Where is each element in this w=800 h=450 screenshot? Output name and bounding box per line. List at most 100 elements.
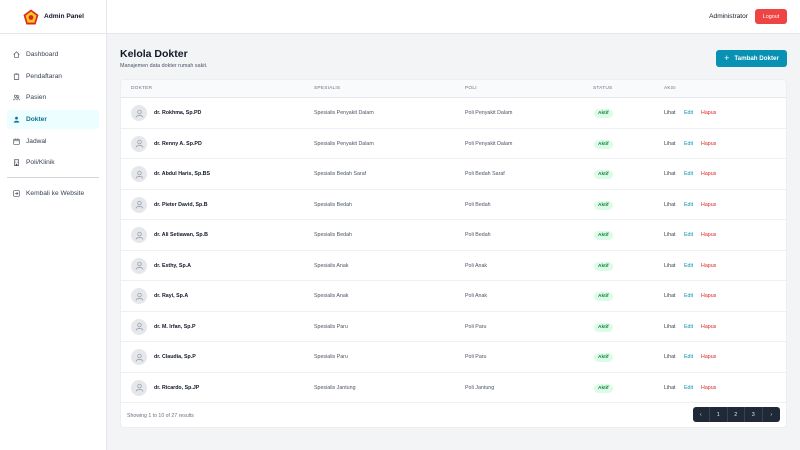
edit-button[interactable]: Edit: [684, 293, 693, 299]
doctor-specialty: Spesialis Anak: [314, 293, 349, 299]
edit-button[interactable]: Edit: [684, 110, 693, 116]
doctor-specialty: Spesialis Penyakit Dalam: [314, 140, 374, 147]
status-badge: Aktif: [594, 139, 613, 149]
view-button[interactable]: Lihat: [664, 324, 676, 330]
status-badge: Aktif: [594, 231, 613, 240]
status-badge: Aktif: [594, 109, 613, 118]
pagination-prev-button[interactable]: ‹: [693, 407, 710, 422]
user-avatar-icon: [135, 109, 143, 118]
doctor-specialty: Spesialis Paru: [314, 354, 348, 360]
view-button[interactable]: Lihat: [664, 202, 676, 208]
building-icon: [14, 159, 19, 167]
avatar: [131, 288, 147, 304]
user-avatar-icon: [135, 200, 143, 209]
delete-button[interactable]: Hapus: [701, 202, 716, 208]
user-avatar-icon: [135, 231, 143, 240]
pagination-page-3[interactable]: 3: [745, 407, 763, 422]
user-avatar-icon: [135, 170, 143, 179]
sidebar-item-pasien[interactable]: Pasien: [7, 88, 99, 107]
sidebar-item-back-to-website[interactable]: Kembali ke Website: [7, 184, 99, 203]
delete-button[interactable]: Hapus: [701, 263, 716, 269]
sidebar-divider: [7, 177, 99, 179]
delete-button[interactable]: Hapus: [701, 354, 716, 360]
brand[interactable]: Admin Panel: [0, 0, 106, 34]
doctor-poli: Poli Paru: [465, 354, 487, 360]
doctor-specialty: Spesialis Anak: [314, 262, 349, 269]
edit-button[interactable]: Edit: [684, 171, 693, 177]
delete-button[interactable]: Hapus: [701, 293, 716, 299]
add-doctor-button[interactable]: + Tambah Dokter: [716, 50, 787, 67]
edit-button[interactable]: Edit: [684, 232, 693, 238]
table-row: dr. Rokhma, Sp.PD Spesialis Penyakit Dala…: [121, 98, 786, 129]
edit-button[interactable]: Edit: [684, 354, 693, 360]
avatar: [131, 349, 147, 365]
view-button[interactable]: Lihat: [664, 385, 676, 391]
view-button[interactable]: Lihat: [664, 141, 676, 147]
doctor-poli: Poli Paru: [465, 323, 487, 330]
doctor-specialty: Spesialis Paru: [314, 323, 348, 330]
status-badge: Aktif: [594, 200, 613, 210]
doctor-poli: Poli Bedah: [465, 232, 491, 238]
edit-button[interactable]: Edit: [684, 385, 693, 391]
edit-button[interactable]: Edit: [684, 141, 693, 147]
sidebar-item-label: Dashboard: [26, 51, 59, 58]
sidebar-item-jadwal[interactable]: Jadwal: [7, 132, 99, 151]
status-badge: Aktif: [594, 261, 613, 271]
view-button[interactable]: Lihat: [664, 354, 676, 360]
doctor-specialty: Spesialis Bedah Saraf: [314, 171, 367, 177]
delete-button[interactable]: Hapus: [701, 324, 716, 330]
doctor-name: dr. Ali Setiawan, Sp.B: [154, 232, 208, 238]
doctor-table-card: DOKTER SPESIALIS POLI STATUS AKSI dr. Ro…: [120, 79, 787, 428]
users-icon: [13, 95, 20, 101]
column-header-poli: POLI: [465, 86, 477, 91]
sidebar-item-poli-klinik[interactable]: Poli/Klinik: [7, 153, 99, 172]
sidebar-item-dashboard[interactable]: Dashboard: [7, 45, 99, 64]
plus-icon: +: [724, 53, 730, 63]
delete-button[interactable]: Hapus: [701, 385, 716, 391]
avatar: [131, 379, 147, 396]
view-button[interactable]: Lihat: [664, 232, 676, 238]
status-badge: Aktif: [594, 170, 613, 179]
delete-button[interactable]: Hapus: [701, 110, 716, 116]
view-button[interactable]: Lihat: [664, 293, 676, 299]
edit-button[interactable]: Edit: [684, 202, 693, 208]
sidebar-item-pendaftaran[interactable]: Pendaftaran: [7, 67, 99, 86]
doctor-poli: Poli Anak: [465, 262, 488, 269]
sidebar-item-label: Pasien: [26, 94, 47, 102]
table-row: dr. M. Irfan, Sp.P Spesialis Paru Poli Par…: [121, 312, 786, 342]
user-avatar-icon: [135, 322, 143, 331]
delete-button[interactable]: Hapus: [701, 171, 716, 177]
brand-title: Admin Panel: [44, 13, 84, 20]
pagination: ‹ 1 2 3 ›: [692, 407, 781, 422]
pagination-page-1[interactable]: 1: [710, 407, 728, 422]
view-button[interactable]: Lihat: [664, 110, 676, 116]
sidebar-item-dokter[interactable]: Dokter: [7, 110, 99, 130]
doctor-name: dr. Esthy, Sp.A: [154, 262, 191, 269]
edit-button[interactable]: Edit: [684, 324, 693, 330]
doctor-specialty: Spesialis Bedah: [314, 201, 352, 208]
logout-button[interactable]: Logout: [755, 9, 787, 24]
sidebar: Admin Panel Dashboard Pendaftaran Pasien…: [0, 0, 107, 450]
column-header-status: STATUS: [593, 86, 613, 91]
doctor-name: dr. Pieter David, Sp.B: [154, 201, 208, 208]
home-icon: [13, 51, 20, 58]
view-button[interactable]: Lihat: [664, 171, 676, 177]
doctor-specialty: Spesialis Bedah: [314, 232, 352, 238]
results-summary: Showing 1 to 10 of 27 results: [127, 413, 194, 419]
pagination-next-button[interactable]: ›: [763, 407, 781, 422]
delete-button[interactable]: Hapus: [701, 141, 716, 147]
sidebar-item-label: Pendaftaran: [26, 72, 62, 80]
user-avatar-icon: [135, 139, 143, 148]
doctor-name: dr. Rokhma, Sp.PD: [154, 110, 202, 116]
view-button[interactable]: Lihat: [664, 263, 676, 269]
doctor-name: dr. Rayi, Sp.A: [154, 293, 189, 299]
user-avatar-icon: [135, 383, 143, 392]
edit-button[interactable]: Edit: [684, 263, 693, 269]
sidebar-item-label: Dokter: [26, 116, 47, 124]
doctor-poli: Poli Penyakit Dalam: [465, 110, 513, 116]
status-badge: Aktif: [594, 353, 613, 362]
pagination-page-2[interactable]: 2: [728, 407, 745, 422]
delete-button[interactable]: Hapus: [701, 232, 716, 238]
table-header: DOKTER SPESIALIS POLI STATUS AKSI: [121, 80, 786, 98]
table-row: dr. Abdul Haris, Sp.BS Spesialis Bedah Sa…: [121, 159, 786, 190]
